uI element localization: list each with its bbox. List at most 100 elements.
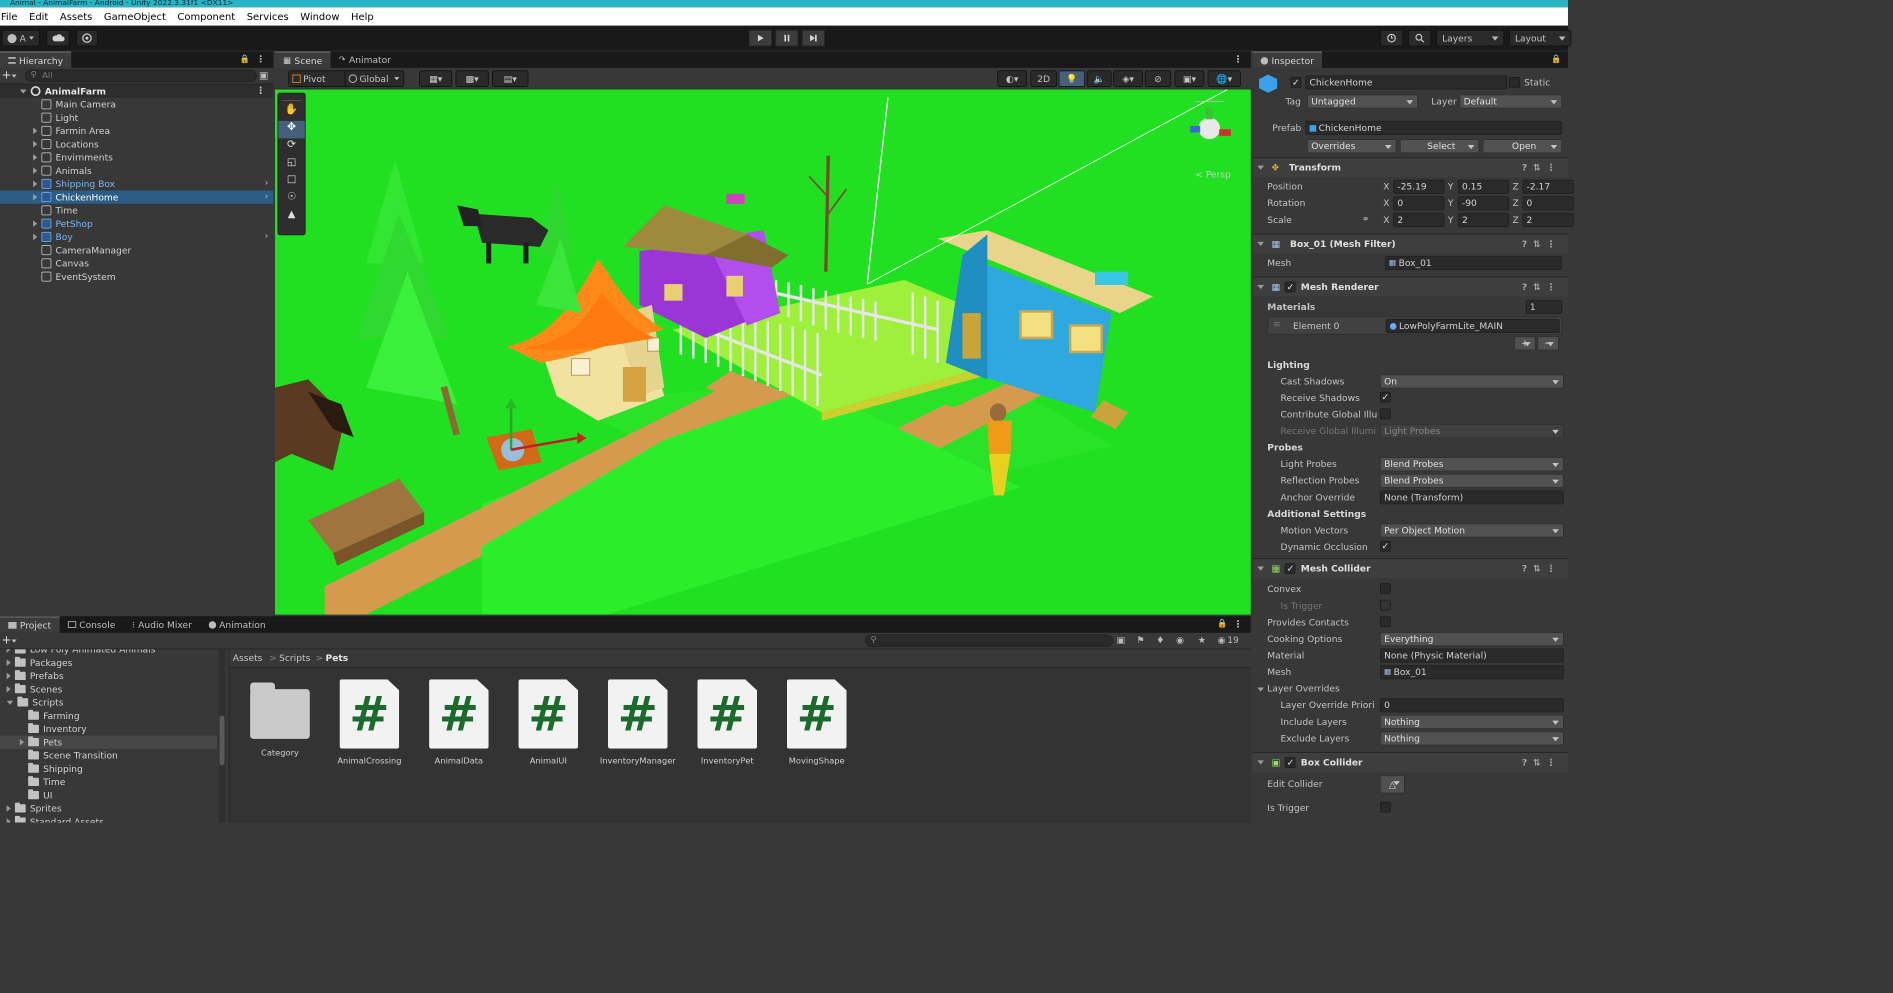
tab-audio-mixer[interactable]: ⁝ Audio Mixer xyxy=(124,616,200,633)
hierarchy-item[interactable]: Main Camera xyxy=(0,98,273,111)
open-button[interactable]: Open xyxy=(1482,139,1563,154)
mesh-renderer-header[interactable]: ▦ ✓ Mesh Renderer ?⇅⋮ xyxy=(1252,276,1568,297)
step-button[interactable] xyxy=(801,29,825,47)
move-tool-icon[interactable]: ✥ xyxy=(278,120,305,139)
hierarchy-item[interactable]: Locations xyxy=(0,137,273,150)
project-tree-item[interactable]: Scripts xyxy=(0,696,217,709)
gizmos-dropdown[interactable]: 🌐▾ xyxy=(1207,70,1241,87)
project-tree-item[interactable]: Farming xyxy=(0,709,217,722)
project-tree-item[interactable]: Scene Transition xyxy=(0,749,217,762)
hierarchy-item[interactable]: CameraManager xyxy=(0,244,273,257)
tab-hierarchy[interactable]: Hierarchy xyxy=(0,51,72,68)
lock-icon[interactable]: 🔒 xyxy=(1217,620,1227,629)
menu-services[interactable]: Services xyxy=(241,11,295,23)
expand-arrow-icon[interactable] xyxy=(6,700,14,705)
more-menu-icon[interactable]: ⋮ xyxy=(256,85,265,96)
edit-collider-button[interactable]: △ xyxy=(1379,775,1405,794)
layer-override-priority-field[interactable]: 0 xyxy=(1379,698,1564,713)
scale-x-input[interactable]: 2 xyxy=(1393,212,1445,227)
hierarchy-item[interactable]: Shipping Box › xyxy=(0,177,273,190)
hierarchy-item[interactable]: Farmin Area xyxy=(0,124,273,137)
lighting-toggle[interactable]: 💡 xyxy=(1058,70,1086,87)
menu-help[interactable]: Help xyxy=(345,11,379,23)
transform-tool-icon[interactable]: ☉ xyxy=(278,191,305,208)
axis-y-label[interactable]: Y xyxy=(1448,198,1454,209)
component-menu-icons[interactable]: ?⇅⋮ xyxy=(1522,563,1561,574)
box-collider-enabled[interactable]: ✓ xyxy=(1285,757,1296,768)
scale-tool-icon[interactable]: ◱ xyxy=(278,156,305,173)
expand-arrow-icon[interactable] xyxy=(6,659,11,666)
rotation-y-input[interactable]: -90 xyxy=(1457,196,1510,211)
tab-inspector[interactable]: Inspector xyxy=(1252,51,1323,68)
menu-file[interactable]: File xyxy=(0,11,23,23)
hierarchy-item[interactable]: Envirnments xyxy=(0,151,273,164)
expand-arrow-icon[interactable] xyxy=(33,180,38,188)
expand-arrow-icon[interactable] xyxy=(33,140,38,148)
lock-icon[interactable]: 🔒 xyxy=(240,55,250,64)
more-menu-icon[interactable]: ⋮ xyxy=(1233,54,1242,65)
rect-tool-icon[interactable]: □ xyxy=(278,173,305,190)
cloud-icon[interactable] xyxy=(46,29,70,47)
active-checkbox[interactable]: ✓ xyxy=(1290,77,1302,88)
additional-settings-section[interactable]: Additional Settings xyxy=(1267,509,1366,520)
toggle-2d-button[interactable]: 2D xyxy=(1030,70,1057,87)
materials-count[interactable]: 1 xyxy=(1525,299,1563,314)
hierarchy-item[interactable]: Animals xyxy=(0,164,273,177)
axis-z-label[interactable]: Z xyxy=(1512,215,1518,226)
mesh-renderer-enabled[interactable]: ✓ xyxy=(1285,281,1296,293)
lock-icon[interactable]: 🔒 xyxy=(1551,55,1561,64)
tab-project[interactable]: Project xyxy=(0,616,60,633)
chevron-down-icon[interactable] xyxy=(11,639,17,643)
expand-arrow-icon[interactable] xyxy=(33,233,38,241)
warning-icon[interactable]: ◉ xyxy=(1176,634,1184,645)
tab-animator[interactable]: ↷ Animator xyxy=(330,51,399,68)
link-icon[interactable]: ⚭ xyxy=(1362,214,1370,225)
play-button[interactable] xyxy=(748,29,772,47)
axis-z-label[interactable]: Z xyxy=(1512,181,1518,192)
axis-x-label[interactable]: X xyxy=(1383,215,1389,226)
expand-arrow-icon[interactable] xyxy=(6,685,11,693)
breadcrumb-assets[interactable]: Assets xyxy=(233,653,263,664)
rotation-z-input[interactable]: 0 xyxy=(1522,196,1574,211)
convex-checkbox[interactable] xyxy=(1379,583,1391,594)
open-prefab-chevron-icon[interactable]: › xyxy=(265,191,269,202)
project-search-input[interactable]: ⚲ xyxy=(864,634,1114,647)
component-menu-icons[interactable]: ?⇅⋮ xyxy=(1522,239,1561,250)
expand-arrow-icon[interactable] xyxy=(19,89,27,94)
collider-material-field[interactable]: None (Physic Material) xyxy=(1379,648,1564,663)
orientation-gizmo[interactable]: < Persp xyxy=(1174,93,1245,184)
dynamic-occlusion-checkbox[interactable]: ✓ xyxy=(1379,540,1391,552)
transform-header[interactable]: ✥ Transform ?⇅⋮ xyxy=(1252,157,1568,178)
audio-toggle[interactable]: 🔈 xyxy=(1086,70,1112,87)
grid-visibility-dropdown[interactable]: ▩▾ xyxy=(455,70,489,87)
tag-dropdown[interactable]: Untagged xyxy=(1307,94,1419,109)
more-menu-icon[interactable]: ⋮ xyxy=(256,54,265,65)
lighting-section[interactable]: Lighting xyxy=(1267,359,1309,370)
contribute-gi-checkbox[interactable] xyxy=(1379,408,1391,420)
provides-contacts-checkbox[interactable] xyxy=(1379,616,1391,628)
expand-arrow-icon[interactable] xyxy=(33,193,38,201)
breadcrumb-pets[interactable]: Pets xyxy=(326,653,349,664)
project-tree-item[interactable]: Pets xyxy=(0,735,218,749)
collider-mesh-field[interactable]: ▦ Box_01 xyxy=(1379,665,1564,680)
static-checkbox[interactable] xyxy=(1509,77,1520,88)
axis-z-label[interactable]: Z xyxy=(1512,198,1518,209)
open-prefab-chevron-icon[interactable]: › xyxy=(265,230,269,241)
expand-arrow-icon[interactable] xyxy=(33,167,38,174)
star-icon[interactable]: ★ xyxy=(1198,634,1206,645)
menu-window[interactable]: Window xyxy=(294,11,345,23)
reflection-probes-dropdown[interactable]: Blend Probes xyxy=(1379,473,1564,488)
search-by-label-icon[interactable]: ⚑ xyxy=(1136,634,1144,645)
open-prefab-chevron-icon[interactable]: › xyxy=(265,177,269,188)
asset-item[interactable]: # MovingShape xyxy=(775,679,858,766)
menu-edit[interactable]: Edit xyxy=(23,11,54,23)
grid-snap-dropdown[interactable]: ▦▾ xyxy=(419,70,453,87)
axis-x-label[interactable]: X xyxy=(1383,181,1389,192)
persp-label[interactable]: < Persp xyxy=(1195,169,1231,180)
project-tree-item[interactable]: Standard Assets xyxy=(0,815,217,823)
collab-icon[interactable] xyxy=(76,29,98,47)
mesh-filter-header[interactable]: ▦ Box_01 (Mesh Filter) ?⇅⋮ xyxy=(1252,233,1568,254)
cast-shadows-dropdown[interactable]: On xyxy=(1379,374,1564,389)
axis-y-label[interactable]: Y xyxy=(1448,181,1454,192)
menu-gameobject[interactable]: GameObject xyxy=(98,11,172,23)
